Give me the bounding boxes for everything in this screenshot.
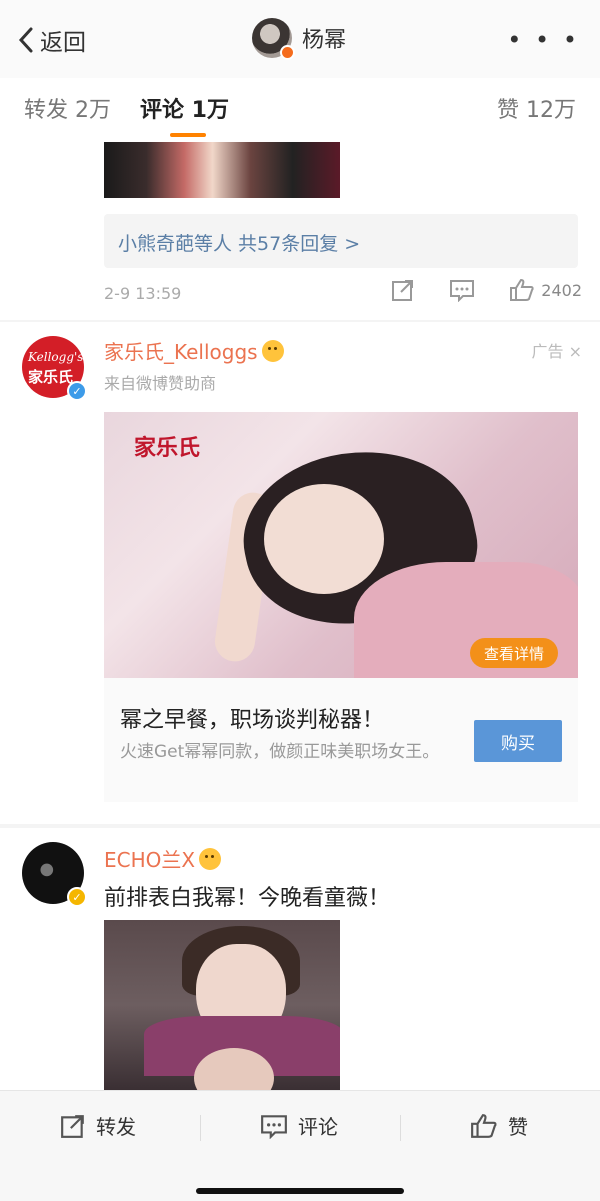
like-button[interactable]: 2402 [509, 278, 582, 302]
like-button[interactable]: 赞 [470, 1111, 528, 1140]
emoji-icon [199, 848, 222, 870]
page-title: 杨幂 [302, 28, 347, 53]
buy-button[interactable]: 购买 [474, 720, 562, 762]
avatar-logo-text-cn: 家乐氏 [28, 368, 74, 386]
comment-author-name-text: ECHO兰X [104, 848, 196, 872]
avatar[interactable]: Kellogg's 家乐氏 ✓ [22, 336, 87, 401]
share-icon [392, 280, 414, 301]
comment-image[interactable] [104, 142, 340, 198]
view-details-button[interactable]: 查看详情 [470, 638, 558, 668]
bottom-action-bar: 转发 评论 赞 [0, 1090, 600, 1201]
comment-text: 前排表白我幂！今晚看童薇！ [104, 886, 391, 911]
divider [400, 1115, 401, 1141]
ad-footer[interactable]: 幂之早餐，职场谈判秘器！ 火速Get幂幂同款，做颜正味美职场女王。 购买 [104, 678, 578, 802]
replies-summary[interactable]: 小熊奇葩等人 共57条回复 > [104, 214, 578, 268]
emoji-icon [261, 340, 284, 362]
comment-timestamp: 2-9 13:59 [104, 284, 182, 303]
comment-actions: 2402 [357, 278, 582, 302]
share-button[interactable] [391, 278, 415, 302]
back-button[interactable]: 返回 [16, 22, 86, 58]
divider [200, 1115, 201, 1141]
comment-author-name[interactable]: ECHO兰X [104, 844, 222, 873]
more-options-icon[interactable]: • • • [507, 26, 580, 54]
top-nav-bar: 返回 杨幂 • • • [0, 0, 600, 78]
comment-icon [261, 1114, 287, 1139]
comment-image[interactable] [104, 920, 340, 1090]
replies-link[interactable]: 小熊奇葩等人 共57条回复 > [118, 229, 360, 256]
like-count: 2402 [541, 280, 582, 300]
active-tab-indicator [170, 133, 206, 137]
ad-headline: 幂之早餐，职场谈判秘器！ [120, 708, 385, 733]
tab-comments[interactable]: 评论 1万 [140, 92, 229, 124]
comment-button[interactable]: 评论 [260, 1111, 338, 1140]
thumbs-up-icon [510, 278, 534, 301]
chevron-left-icon [18, 27, 33, 53]
verified-badge-icon: ✓ [67, 887, 87, 907]
profile-title[interactable]: 杨幂 [252, 18, 347, 60]
verified-badge-icon: ✓ [67, 381, 87, 401]
tab-bar: 转发 2万 评论 1万 赞 12万 [0, 78, 600, 141]
comment-icon [450, 280, 475, 302]
comment-label: 评论 [298, 1115, 338, 1139]
ad-account-name[interactable]: 家乐氏_Kelloggs [104, 336, 284, 365]
ad-close-button[interactable]: 广告 × [532, 338, 583, 362]
tab-likes[interactable]: 赞 12万 [497, 92, 576, 124]
comment-card: ✓ ECHO兰X 前排表白我幂！今晚看童薇！ [0, 828, 600, 1090]
home-indicator[interactable] [196, 1188, 404, 1194]
ad-card: Kellogg's 家乐氏 ✓ 家乐氏_Kelloggs 来自微博赞助商 广告 … [0, 322, 600, 824]
verified-badge-icon [280, 45, 295, 60]
thumbs-up-icon [471, 1113, 497, 1138]
ad-image-logo: 家乐氏 [134, 436, 201, 461]
like-label: 赞 [508, 1115, 528, 1139]
ad-image-art [264, 484, 384, 594]
tab-repost[interactable]: 转发 2万 [24, 92, 111, 124]
ad-account-name-text: 家乐氏_Kelloggs [104, 340, 258, 364]
avatar[interactable] [252, 18, 295, 60]
repost-button[interactable]: 转发 [60, 1111, 136, 1140]
reply-button[interactable] [449, 278, 475, 302]
ad-description: 火速Get幂幂同款，做颜正味美职场女王。 [120, 742, 440, 762]
repost-label: 转发 [96, 1115, 136, 1139]
avatar-logo-text: Kellogg's [28, 350, 84, 364]
share-icon [61, 1114, 84, 1138]
comment-card: 小熊奇葩等人 共57条回复 > 2-9 13:59 2402 [0, 140, 600, 320]
ad-source: 来自微博赞助商 [104, 374, 217, 393]
back-label: 返回 [40, 30, 86, 56]
avatar[interactable]: ✓ [22, 842, 87, 907]
ad-image[interactable]: 家乐氏 查看详情 [104, 412, 578, 678]
